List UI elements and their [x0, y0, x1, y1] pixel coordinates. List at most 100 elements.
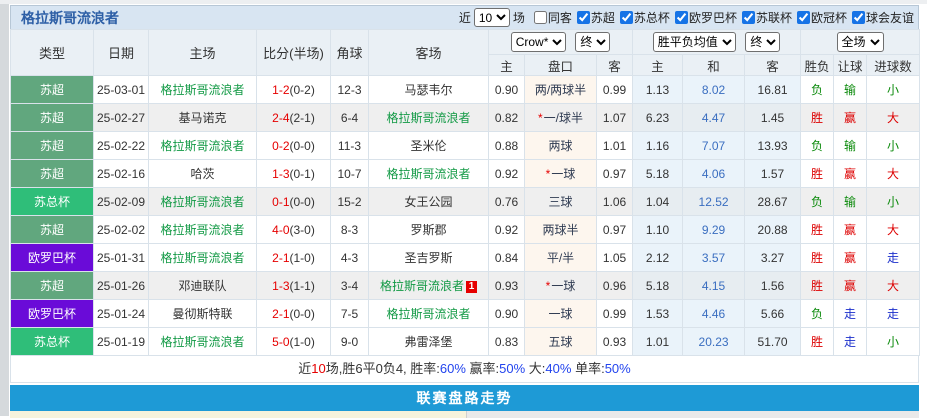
away-team-cell: 罗斯郡	[369, 216, 489, 244]
match-row: 苏总杯25-01-19格拉斯哥流浪者5-0(1-0)9-0弗雷泽堡0.83五球0…	[11, 328, 920, 356]
result-wdl: 负	[801, 76, 834, 104]
team-name: 弗雷泽堡	[404, 335, 452, 349]
scope-select[interactable]: 全场	[837, 32, 884, 52]
league-handicap-trend-button[interactable]: 联赛盘路走势	[10, 385, 919, 411]
score-cell: 4-0(3-0)	[257, 216, 331, 244]
filter-checkbox[interactable]	[534, 11, 547, 24]
result-wdl: 胜	[801, 244, 834, 272]
league-cell: 苏超	[11, 272, 94, 300]
home-team-cell: 格拉斯哥流浪者	[149, 188, 257, 216]
result-handicap: 走	[834, 300, 867, 328]
euro-away-odds: 1.56	[745, 272, 801, 300]
filter-checkbox[interactable]	[742, 11, 755, 24]
score-cell: 2-1(1-0)	[257, 244, 331, 272]
corners-cell: 12-3	[331, 76, 369, 104]
team-name: 哈茨	[190, 167, 214, 181]
euro-draw-odds: 4.15	[683, 272, 745, 300]
filter-checkbox[interactable]	[675, 11, 688, 24]
filter-checkbox[interactable]	[577, 11, 590, 24]
asian-away-odds: 0.97	[597, 216, 633, 244]
sub-col-header: 进球数	[867, 55, 920, 76]
euro-home-odds: 1.53	[633, 300, 683, 328]
team-name: 圣吉罗斯	[404, 251, 452, 265]
team-name: 格拉斯哥流浪者	[386, 307, 470, 321]
match-row: 苏总杯25-02-09格拉斯哥流浪者0-1(0-0)15-2女王公园0.76三球…	[11, 188, 920, 216]
home-team-cell: 曼彻斯特联	[149, 300, 257, 328]
sub-col-header: 主	[489, 55, 525, 76]
euro-draw-odds: 7.07	[683, 132, 745, 160]
asian-home-odds: 0.83	[489, 328, 525, 356]
filter-checkbox[interactable]	[797, 11, 810, 24]
recent-count-select[interactable]: 10	[474, 8, 510, 27]
euro-draw-odds: 4.47	[683, 104, 745, 132]
filter-欧冠杯[interactable]: 欧冠杯	[797, 9, 847, 26]
next-section-sliver	[10, 411, 919, 418]
asian-odds-state-select[interactable]: 终	[575, 32, 610, 52]
filter-苏总杯[interactable]: 苏总杯	[620, 9, 670, 26]
summary-segment: 50%	[605, 361, 631, 376]
matches-label: 场	[513, 9, 525, 26]
sub-col-header: 盘口	[525, 55, 597, 76]
away-team-cell: 格拉斯哥流浪者	[369, 300, 489, 328]
asian-home-odds: 0.90	[489, 76, 525, 104]
date-cell: 25-02-02	[94, 216, 149, 244]
corners-cell: 8-3	[331, 216, 369, 244]
summary-segment: 单率:	[571, 361, 604, 376]
home-team-cell: 格拉斯哥流浪者	[149, 132, 257, 160]
summary-segment: 40%	[545, 361, 571, 376]
sub-col-header: 和	[683, 55, 745, 76]
date-cell: 25-02-09	[94, 188, 149, 216]
filter-苏超[interactable]: 苏超	[577, 9, 615, 26]
filter-球会友谊[interactable]: 球会友谊	[852, 9, 914, 26]
score-cell: 0-2(0-0)	[257, 132, 331, 160]
handicap-cell: 两/两球半	[525, 76, 597, 104]
team-name: 基马诺克	[178, 111, 226, 125]
handicap-cell: *一球	[525, 160, 597, 188]
europe-odds-state-select[interactable]: 终	[745, 32, 780, 52]
result-handicap: 输	[834, 188, 867, 216]
sub-col-header: 客	[745, 55, 801, 76]
match-row: 苏超25-02-22格拉斯哥流浪者0-2(0-0)11-3圣米伦0.88两球1.…	[11, 132, 920, 160]
corners-cell: 6-4	[331, 104, 369, 132]
score-cell: 1-3(1-1)	[257, 272, 331, 300]
asian-home-odds: 0.92	[489, 160, 525, 188]
filter-label: 苏联杯	[756, 9, 792, 26]
home-team-cell: 格拉斯哥流浪者	[149, 216, 257, 244]
filter-同客[interactable]: 同客	[534, 9, 572, 26]
league-filter-checkboxes: 同客苏超苏总杯 欧罗巴杯 苏联杯欧冠杯 球会友谊	[529, 9, 914, 26]
col-header-corners: 角球	[331, 30, 369, 76]
corners-cell: 11-3	[331, 132, 369, 160]
euro-home-odds: 1.10	[633, 216, 683, 244]
match-row: 欧罗巴杯25-01-31格拉斯哥流浪者2-1(1-0)4-3圣吉罗斯0.84平/…	[11, 244, 920, 272]
filter-checkbox[interactable]	[620, 11, 633, 24]
bookmaker-select[interactable]: Crow*	[511, 32, 566, 52]
euro-draw-odds: 20.23	[683, 328, 745, 356]
team-name: 女王公园	[404, 195, 452, 209]
summary-segment: 50%	[499, 361, 525, 376]
summary-segment: 10	[311, 361, 325, 376]
result-wdl: 负	[801, 132, 834, 160]
euro-draw-odds: 9.29	[683, 216, 745, 244]
result-handicap: 赢	[834, 244, 867, 272]
away-team-cell: 女王公园	[369, 188, 489, 216]
date-cell: 25-02-27	[94, 104, 149, 132]
home-team-cell: 格拉斯哥流浪者	[149, 76, 257, 104]
filter-checkbox[interactable]	[852, 11, 865, 24]
page-left-gutter	[0, 0, 10, 416]
filter-苏联杯[interactable]: 苏联杯	[742, 9, 792, 26]
europe-avg-select[interactable]: 胜平负均值	[653, 32, 736, 52]
score-cell: 0-1(0-0)	[257, 188, 331, 216]
euro-home-odds: 5.18	[633, 272, 683, 300]
col-header-score: 比分(半场)	[257, 30, 331, 76]
filter-欧罗巴杯[interactable]: 欧罗巴杯	[675, 9, 737, 26]
filter-label: 球会友谊	[866, 9, 914, 26]
result-goals: 小	[867, 76, 920, 104]
filter-label: 欧罗巴杯	[689, 9, 737, 26]
corners-cell: 7-5	[331, 300, 369, 328]
team-name: 格拉斯哥流浪者	[380, 279, 464, 293]
team-name: 格拉斯哥流浪者	[160, 83, 244, 97]
home-team-cell: 哈茨	[149, 160, 257, 188]
result-wdl: 负	[801, 300, 834, 328]
euro-away-odds: 16.81	[745, 76, 801, 104]
corners-cell: 15-2	[331, 188, 369, 216]
